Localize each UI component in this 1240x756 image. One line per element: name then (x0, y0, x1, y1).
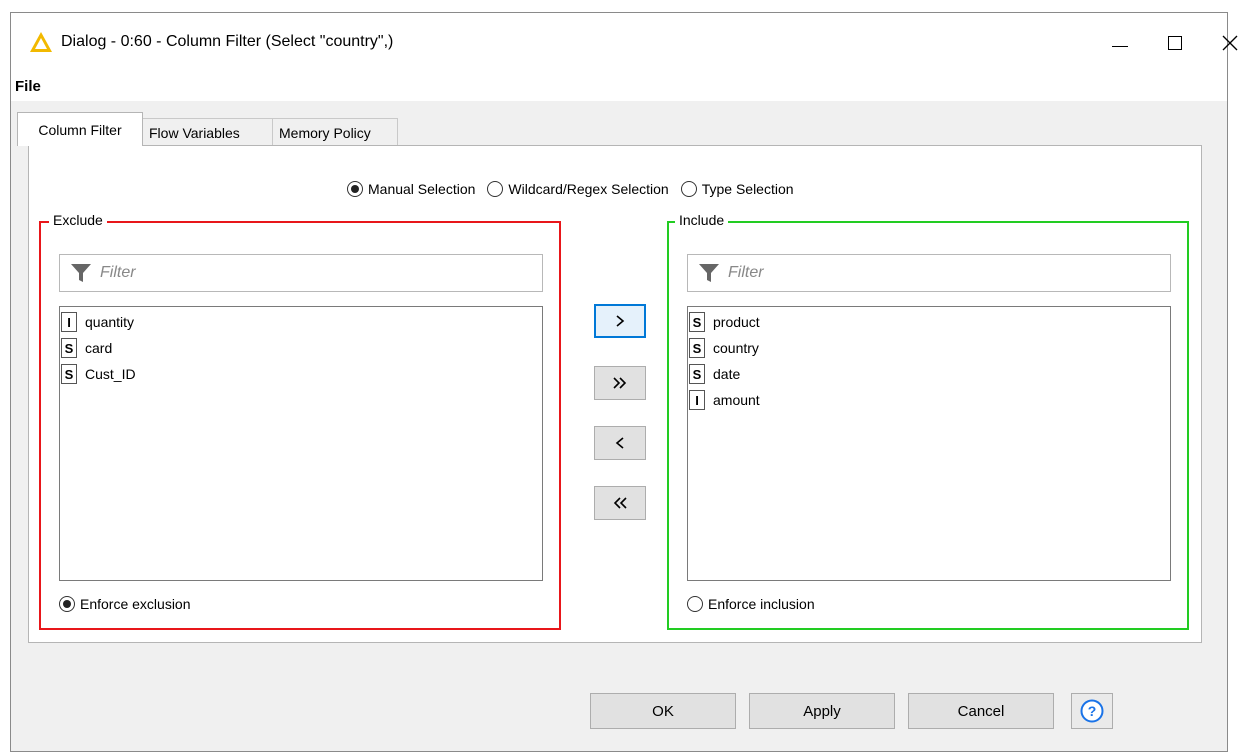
mode-wildcard-regex[interactable]: Wildcard/Regex Selection (487, 181, 669, 197)
include-group: Include S product S country S date I amo… (667, 212, 1189, 630)
column-name: card (85, 340, 113, 356)
exclude-list[interactable]: I quantity S card S Cust_ID (59, 306, 543, 581)
apply-button[interactable]: Apply (749, 693, 895, 729)
tab-memory-policy[interactable]: Memory Policy (272, 118, 398, 146)
menu-file[interactable]: File (15, 78, 41, 95)
list-item[interactable]: S country (689, 335, 1170, 361)
list-item[interactable]: I amount (689, 387, 1170, 413)
integer-type-icon: I (61, 312, 77, 332)
integer-type-icon: I (689, 390, 705, 410)
window-title: Dialog - 0:60 - Column Filter (Select "c… (61, 33, 394, 50)
list-item[interactable]: S Cust_ID (61, 361, 542, 387)
enforce-exclusion-option[interactable]: Enforce exclusion (59, 596, 191, 612)
funnel-icon (71, 264, 91, 282)
mode-type[interactable]: Type Selection (680, 181, 794, 197)
mode-manual[interactable]: Manual Selection (347, 181, 475, 197)
column-name: amount (713, 392, 760, 408)
include-filter-input[interactable] (726, 263, 1126, 283)
include-list[interactable]: S product S country S date I amount (687, 306, 1171, 581)
help-glyph: ? (1088, 703, 1097, 719)
list-item[interactable]: S card (61, 335, 542, 361)
radio-wildcard-regex[interactable] (487, 181, 504, 197)
maximize-icon (1168, 36, 1182, 50)
enforce-inclusion-option[interactable]: Enforce inclusion (687, 596, 815, 612)
funnel-icon (699, 264, 719, 282)
list-item[interactable]: I quantity (61, 309, 542, 335)
move-right-button[interactable] (594, 304, 646, 338)
string-type-icon: S (61, 338, 77, 358)
warning-triangle-icon (30, 32, 52, 52)
selection-mode-group: Manual Selection Wildcard/Regex Selectio… (347, 178, 806, 200)
chevron-right-icon (616, 315, 625, 327)
tab-flow-variables[interactable]: Flow Variables (142, 118, 273, 146)
minimize-button[interactable] (1097, 25, 1143, 61)
ok-button[interactable]: OK (590, 693, 736, 729)
radio-enforce-exclusion[interactable] (59, 596, 75, 612)
mode-wildcard-label: Wildcard/Regex Selection (508, 181, 669, 197)
column-name: date (713, 366, 741, 382)
minimize-icon (1112, 45, 1128, 47)
mode-manual-label: Manual Selection (368, 181, 476, 197)
exclude-filter-box[interactable] (59, 254, 543, 292)
list-item[interactable]: S date (689, 361, 1170, 387)
string-type-icon: S (61, 364, 77, 384)
double-chevron-left-icon (613, 497, 627, 509)
string-type-icon: S (689, 338, 705, 358)
double-chevron-right-icon (613, 377, 627, 389)
chevron-left-icon (615, 437, 624, 449)
move-left-button[interactable] (594, 426, 646, 460)
radio-enforce-inclusion[interactable] (687, 596, 703, 612)
string-type-icon: S (689, 312, 705, 332)
close-button[interactable] (1207, 25, 1240, 61)
exclude-title: Exclude (49, 212, 107, 228)
radio-type[interactable] (680, 181, 697, 197)
help-button[interactable]: ? (1071, 693, 1113, 729)
include-title: Include (675, 212, 729, 228)
enforce-inclusion-label: Enforce inclusion (708, 596, 815, 612)
close-icon (1222, 35, 1238, 51)
column-name: country (713, 340, 759, 356)
help-icon: ? (1080, 699, 1104, 723)
mode-type-label: Type Selection (701, 181, 794, 197)
move-all-left-button[interactable] (594, 486, 646, 520)
exclude-filter-input[interactable] (98, 263, 498, 283)
column-name: Cust_ID (85, 366, 136, 382)
menu-bar: File (11, 73, 1227, 101)
exclude-group: Exclude I quantity S card S Cust_ID Enfo… (39, 212, 561, 630)
include-filter-box[interactable] (687, 254, 1171, 292)
radio-manual[interactable] (347, 181, 363, 197)
maximize-button[interactable] (1152, 25, 1198, 61)
tab-column-filter[interactable]: Column Filter (17, 112, 143, 146)
list-item[interactable]: S product (689, 309, 1170, 335)
cancel-button[interactable]: Cancel (908, 693, 1054, 729)
string-type-icon: S (689, 364, 705, 384)
column-name: product (713, 314, 760, 330)
move-all-right-button[interactable] (594, 366, 646, 400)
enforce-exclusion-label: Enforce exclusion (80, 596, 191, 612)
title-bar: Dialog - 0:60 - Column Filter (Select "c… (11, 13, 1238, 73)
column-name: quantity (85, 314, 135, 330)
